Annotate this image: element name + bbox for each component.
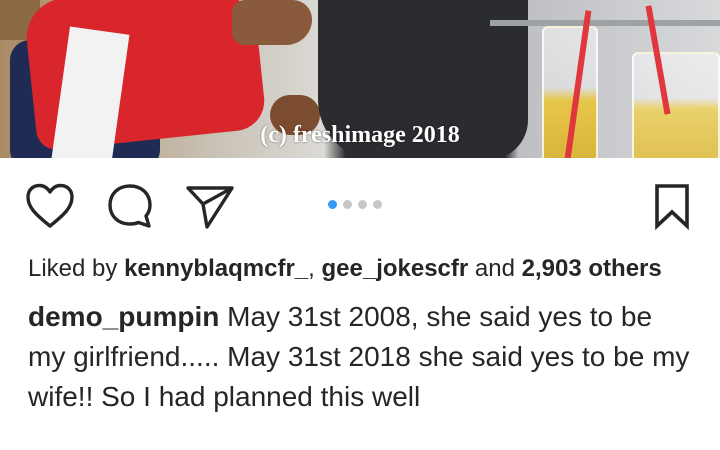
carousel-indicator [328, 200, 382, 209]
liker-link-2[interactable]: gee_jokescfr [321, 255, 468, 282]
carousel-dot [343, 200, 352, 209]
likes-others[interactable]: others [588, 255, 661, 282]
like-button[interactable] [24, 180, 76, 232]
heart-icon [26, 183, 74, 228]
comment-icon [108, 184, 152, 228]
share-button[interactable] [184, 180, 236, 232]
comment-button[interactable] [104, 180, 156, 232]
photo-rail [490, 20, 720, 26]
likes-separator: , [308, 255, 315, 282]
photo-hand [232, 0, 312, 45]
carousel-dot [373, 200, 382, 209]
likes-prefix: Liked by [28, 255, 118, 282]
caption-username[interactable]: demo_pumpin [28, 301, 219, 332]
likes-conjunction: and [474, 255, 515, 282]
carousel-dot [358, 200, 367, 209]
carousel-dot-active [328, 200, 337, 209]
likes-summary: Liked by kennyblaqmcfr_, gee_jokescfr an… [0, 253, 720, 285]
post-caption: demo_pumpin May 31st 2008, she said yes … [0, 297, 720, 417]
post-photo[interactable]: (c) freshimage 2018 [0, 0, 720, 158]
bookmark-icon [655, 184, 689, 230]
photo-watermark: (c) freshimage 2018 [260, 122, 460, 148]
likes-count[interactable]: 2,903 [522, 255, 582, 282]
save-button[interactable] [646, 180, 698, 232]
send-icon [186, 186, 234, 229]
liker-link-1[interactable]: kennyblaqmcfr_ [124, 255, 308, 282]
action-bar [0, 158, 720, 254]
